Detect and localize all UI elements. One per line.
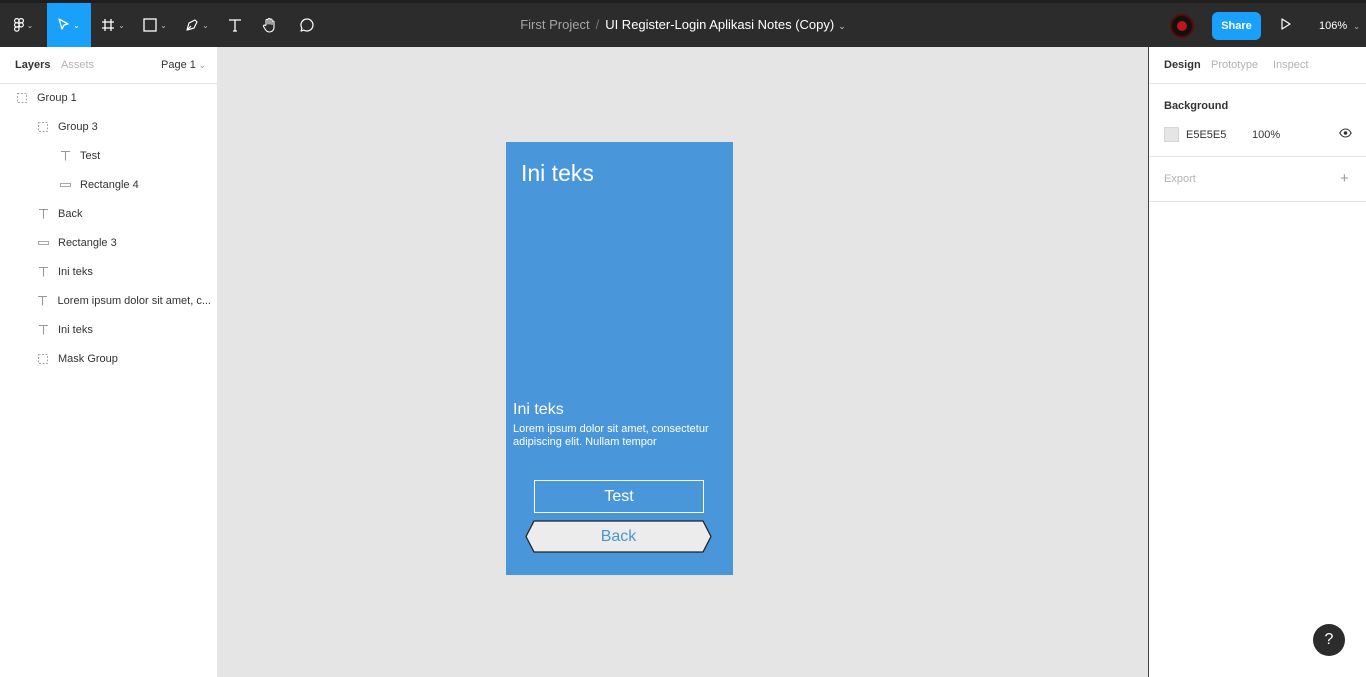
text-layer-icon: [36, 324, 50, 335]
zoom-level: 106%: [1319, 20, 1348, 32]
rectangle-icon: [143, 18, 157, 32]
background-swatch[interactable]: [1164, 127, 1179, 142]
rectangle-layer-icon: [58, 182, 72, 187]
export-heading: Export: [1164, 173, 1196, 185]
play-icon: [1281, 18, 1291, 30]
chevron-down-icon: ⌄: [73, 20, 80, 30]
text-layer-icon: [36, 295, 50, 306]
layer-row[interactable]: Rectangle 3: [36, 228, 246, 257]
background-opacity[interactable]: 100%: [1252, 129, 1280, 141]
breadcrumb-separator: /: [595, 17, 600, 32]
layer-name: Test: [80, 149, 101, 162]
tab-design[interactable]: Design: [1164, 59, 1201, 71]
layer-name: Group 1: [37, 91, 77, 104]
page-selector[interactable]: Page 1 ⌄: [161, 59, 206, 71]
background-section: Background E5E5E5 100%: [1149, 84, 1366, 157]
group-icon: [36, 121, 50, 132]
pen-icon: [186, 19, 198, 31]
cursor-icon: [58, 18, 69, 30]
layer-row[interactable]: Lorem ipsum dolor sit amet, c...: [36, 286, 211, 315]
chevron-down-icon: ⌄: [198, 61, 206, 70]
avatar[interactable]: [1170, 14, 1194, 38]
text-layer-icon: [36, 266, 50, 277]
tab-prototype[interactable]: Prototype: [1211, 59, 1258, 71]
text-icon: [229, 19, 241, 32]
layer-name: Back: [58, 207, 83, 220]
chevron-down-icon: ⌄: [160, 20, 167, 30]
layers-panel: Layers Assets Page 1 ⌄ Group 1 Group 3 T…: [0, 47, 218, 677]
file-name[interactable]: UI Register-Login Aplikasi Notes (Copy): [605, 17, 834, 32]
hand-tool-button[interactable]: [251, 3, 289, 47]
main-menu-button[interactable]: ⌄: [0, 3, 47, 47]
layer-row[interactable]: Group 1: [15, 83, 225, 112]
comment-icon: [300, 18, 314, 32]
text-layer-icon: [58, 150, 72, 161]
frame-heading-text[interactable]: Ini teks: [513, 401, 564, 419]
plus-icon[interactable]: +: [1340, 170, 1349, 187]
layer-row[interactable]: Back: [36, 199, 246, 228]
layer-name: Lorem ipsum dolor sit amet, c...: [57, 294, 211, 307]
toolbar: ⌄ ⌄ ⌄ ⌄ ⌄ First Project / UI Register-Logi…: [0, 0, 1366, 47]
background-heading: Background: [1164, 100, 1229, 112]
back-button-label: Back: [600, 527, 637, 545]
frame-test-button[interactable]: Test: [534, 480, 704, 513]
layer-name: Group 3: [58, 120, 98, 133]
canvas-frame[interactable]: Ini teks Ini teks Lorem ipsum dolor sit …: [506, 142, 733, 575]
right-panel-tabs: Design Prototype Inspect: [1149, 47, 1366, 84]
group-icon: [15, 92, 29, 103]
properties-panel: Design Prototype Inspect Background E5E5…: [1148, 47, 1366, 677]
tab-assets[interactable]: Assets: [61, 59, 94, 71]
group-icon: [36, 353, 50, 364]
tab-layers[interactable]: Layers: [15, 59, 50, 71]
hand-icon: [262, 17, 275, 33]
background-hex[interactable]: E5E5E5: [1186, 129, 1226, 141]
tab-inspect[interactable]: Inspect: [1273, 59, 1308, 71]
layer-row[interactable]: Ini teks: [36, 257, 246, 286]
frame-title-text[interactable]: Ini teks: [521, 160, 594, 187]
frame-tool-button[interactable]: ⌄: [91, 3, 135, 47]
export-section: Export +: [1149, 157, 1366, 202]
rectangle-layer-icon: [36, 240, 50, 245]
chevron-down-icon[interactable]: ⌄: [838, 21, 846, 31]
layer-row[interactable]: Test: [58, 141, 268, 170]
layer-row[interactable]: Mask Group: [36, 344, 246, 373]
chevron-down-icon: ⌄: [202, 20, 209, 30]
left-panel-tabs: Layers Assets Page 1 ⌄: [0, 47, 217, 84]
text-layer-icon: [36, 208, 50, 219]
project-link[interactable]: First Project: [520, 17, 589, 32]
layer-row[interactable]: Group 3: [36, 112, 246, 141]
zoom-menu[interactable]: 106% ⌄: [1319, 20, 1360, 32]
chevron-down-icon: ⌄: [26, 20, 34, 30]
frame-back-button[interactable]: Back: [525, 520, 712, 553]
frame-icon: [102, 19, 115, 31]
comment-tool-button[interactable]: [289, 3, 325, 47]
frame-body-text[interactable]: Lorem ipsum dolor sit amet, consectetur …: [513, 423, 728, 449]
pen-tool-button[interactable]: ⌄: [175, 3, 219, 47]
chevron-down-icon: ⌄: [1353, 22, 1360, 31]
move-tool-button[interactable]: ⌄: [47, 3, 91, 47]
eye-icon[interactable]: [1339, 128, 1352, 141]
layer-name: Rectangle 3: [58, 236, 117, 249]
figma-logo-icon: [13, 18, 24, 32]
layer-row[interactable]: Rectangle 4: [58, 170, 268, 199]
text-tool-button[interactable]: [219, 3, 251, 47]
layer-name: Mask Group: [58, 352, 118, 365]
chevron-down-icon: ⌄: [118, 20, 125, 30]
layer-name: Ini teks: [58, 323, 93, 336]
page-name: Page 1: [161, 59, 196, 71]
shape-tool-button[interactable]: ⌄: [135, 3, 175, 47]
layer-row[interactable]: Ini teks: [36, 315, 246, 344]
help-button[interactable]: ?: [1313, 624, 1345, 656]
present-button[interactable]: [1279, 17, 1293, 34]
layer-name: Ini teks: [58, 265, 93, 278]
layer-name: Rectangle 4: [80, 178, 139, 191]
share-button[interactable]: Share: [1212, 12, 1261, 40]
